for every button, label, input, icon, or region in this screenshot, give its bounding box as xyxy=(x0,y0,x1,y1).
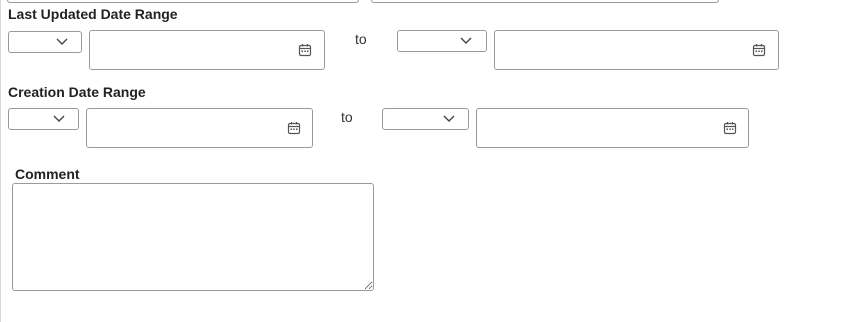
chevron-down-icon xyxy=(443,115,455,122)
comment-textarea[interactable] xyxy=(12,183,374,291)
creation-date-label: Creation Date Range xyxy=(8,84,146,100)
creation-from-date-input[interactable] xyxy=(86,108,313,148)
creation-to-date-input[interactable] xyxy=(476,108,749,148)
calendar-icon[interactable] xyxy=(287,121,301,135)
calendar-icon[interactable] xyxy=(752,43,766,57)
creation-from-operator-select[interactable] xyxy=(8,108,79,130)
last-updated-from-operator-select[interactable] xyxy=(8,31,82,53)
last-updated-to-date-input[interactable] xyxy=(494,30,779,70)
chevron-down-icon xyxy=(53,115,65,122)
chevron-down-icon xyxy=(56,38,68,45)
chevron-down-icon xyxy=(460,37,472,44)
creation-to-label: to xyxy=(341,109,353,125)
creation-to-operator-select[interactable] xyxy=(382,108,469,130)
previous-field-left[interactable] xyxy=(7,0,359,3)
search-form: Last Updated Date Range to Creation Date… xyxy=(0,0,852,322)
comment-label: Comment xyxy=(15,166,80,182)
calendar-icon[interactable] xyxy=(298,43,312,57)
last-updated-from-date-input[interactable] xyxy=(89,30,325,70)
last-updated-to-label: to xyxy=(355,31,367,47)
previous-field-right[interactable] xyxy=(371,0,719,3)
last-updated-label: Last Updated Date Range xyxy=(8,6,178,22)
calendar-icon[interactable] xyxy=(723,121,737,135)
last-updated-to-operator-select[interactable] xyxy=(397,30,487,52)
